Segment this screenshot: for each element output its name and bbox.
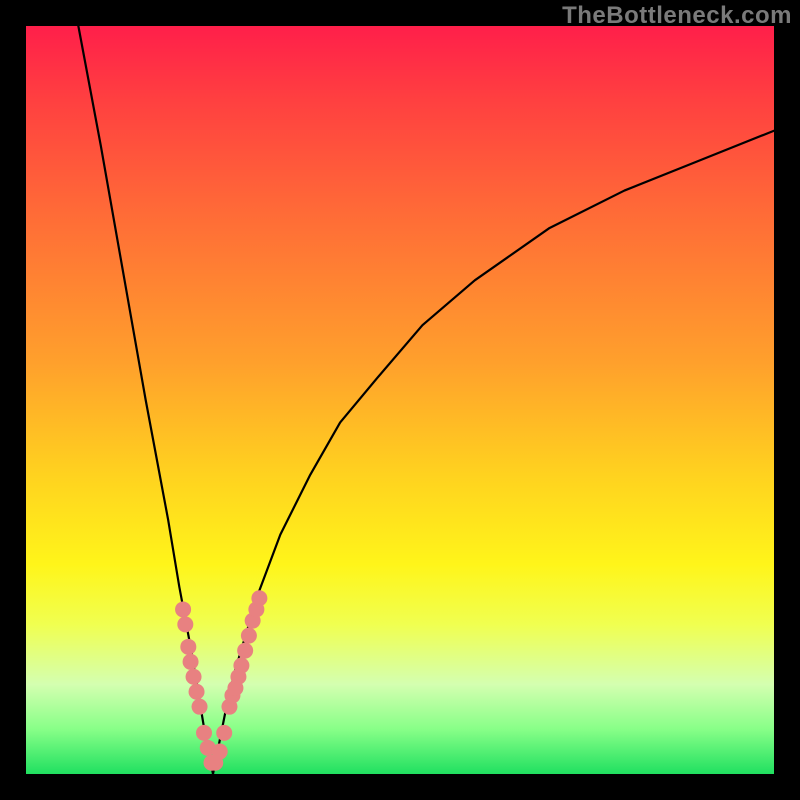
- marker-dot: [192, 699, 208, 715]
- marker-dot: [196, 725, 212, 741]
- marker-dot: [212, 744, 228, 760]
- chart-frame: TheBottleneck.com: [0, 0, 800, 800]
- marker-dot: [177, 616, 193, 632]
- marker-dot: [189, 684, 205, 700]
- marker-dot: [241, 628, 257, 644]
- marker-dot: [175, 601, 191, 617]
- marker-dot: [183, 654, 199, 670]
- marker-dot: [237, 643, 253, 659]
- marker-dot: [216, 725, 232, 741]
- marker-dot: [186, 669, 202, 685]
- marker-dot: [233, 658, 249, 674]
- plot-area: [26, 26, 774, 774]
- bottleneck-chart-svg: [26, 26, 774, 774]
- marker-dot: [251, 590, 267, 606]
- watermark-text: TheBottleneck.com: [562, 2, 792, 30]
- marker-dot: [180, 639, 196, 655]
- marker-dot: [227, 680, 243, 696]
